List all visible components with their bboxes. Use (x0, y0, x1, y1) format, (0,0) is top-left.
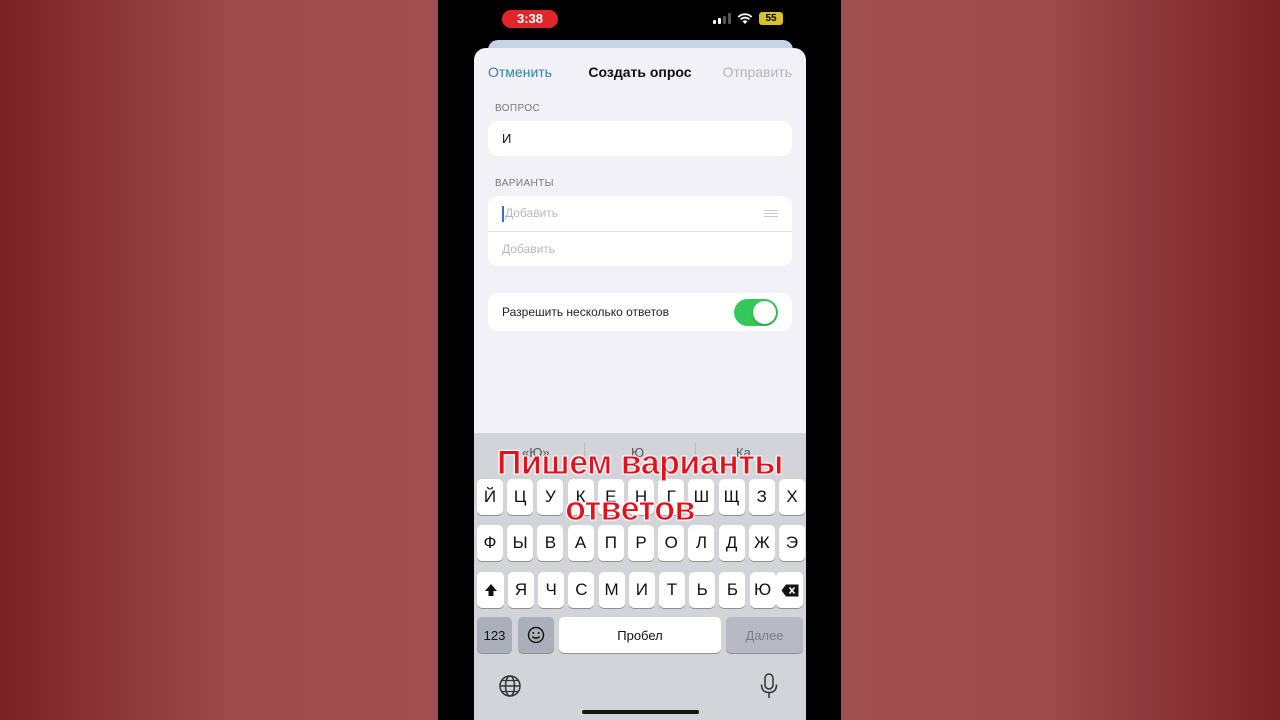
microphone-icon[interactable] (760, 673, 778, 699)
phone-screen: 3:38 55 Отменить Создать опрос Отправить… (438, 0, 841, 720)
suggestion-3[interactable]: Ка (736, 445, 751, 460)
key-у[interactable]: У (537, 479, 564, 515)
keyboard: «Ю» Ю Ка ЙЦУКЕНГШЩЗХ ФЫВАПРОЛДЖЭ ЯЧСМИТЬ… (474, 433, 806, 720)
suggestion-divider (695, 443, 696, 463)
nav-bar: Отменить Создать опрос Отправить (474, 48, 806, 96)
battery-icon: 55 (759, 12, 783, 25)
key-ц[interactable]: Ц (507, 479, 534, 515)
key-с[interactable]: С (568, 572, 595, 608)
key-р[interactable]: Р (628, 525, 654, 561)
status-time: 3:38 (502, 10, 558, 28)
key-м[interactable]: М (598, 572, 625, 608)
key-з[interactable]: З (748, 479, 775, 515)
suggestion-2[interactable]: Ю (631, 445, 644, 460)
home-indicator (582, 710, 699, 714)
key-н[interactable]: Н (628, 479, 654, 515)
key-ь[interactable]: Ь (689, 572, 716, 608)
option-placeholder-2: Добавить (502, 242, 556, 256)
options-list: Добавить Добавить (488, 196, 792, 266)
key-щ[interactable]: Щ (718, 479, 745, 515)
key-ж[interactable]: Ж (748, 525, 775, 561)
option-placeholder-1: Добавить (505, 205, 559, 220)
option-input-1[interactable]: Добавить (488, 196, 792, 231)
key-ю[interactable]: Ю (749, 572, 776, 608)
question-input[interactable]: И (488, 121, 792, 156)
key-ы[interactable]: Ы (507, 525, 534, 561)
backspace-icon (781, 584, 798, 596)
key-х[interactable]: Х (779, 479, 805, 515)
key-я[interactable]: Я (508, 572, 534, 608)
multiple-answers-label: Разрешить несколько ответов (502, 305, 669, 319)
key-о[interactable]: О (658, 525, 685, 561)
key-в[interactable]: В (537, 525, 564, 561)
key-ч[interactable]: Ч (538, 572, 565, 608)
space-key[interactable]: Пробел (559, 617, 721, 653)
question-section-label: ВОПРОС (495, 103, 541, 114)
status-indicators: 55 (713, 12, 783, 25)
shift-icon (484, 584, 497, 596)
drag-handle-icon[interactable] (764, 210, 778, 217)
delete-key[interactable] (776, 572, 803, 608)
key-д[interactable]: Д (718, 525, 745, 561)
key-б[interactable]: Б (719, 572, 746, 608)
cancel-button[interactable]: Отменить (488, 64, 552, 80)
send-button[interactable]: Отправить (723, 64, 792, 80)
key-п[interactable]: П (597, 525, 624, 561)
shift-key[interactable] (477, 572, 504, 608)
numbers-key[interactable]: 123 (477, 617, 512, 653)
question-text: И (502, 131, 512, 146)
emoji-icon (527, 626, 545, 644)
globe-icon[interactable] (498, 674, 522, 698)
key-а[interactable]: А (567, 525, 594, 561)
wifi-icon (737, 12, 753, 24)
emoji-key[interactable] (518, 617, 554, 653)
suggestion-divider (584, 443, 585, 463)
key-э[interactable]: Э (779, 525, 805, 561)
key-ш[interactable]: Ш (688, 479, 715, 515)
key-т[interactable]: Т (659, 572, 685, 608)
key-е[interactable]: Е (597, 479, 624, 515)
text-cursor (502, 205, 504, 222)
multiple-answers-row: Разрешить несколько ответов (488, 293, 792, 331)
key-к[interactable]: К (567, 479, 594, 515)
next-key[interactable]: Далее (726, 617, 803, 653)
suggestion-1[interactable]: «Ю» (522, 445, 550, 460)
options-section-label: ВАРИАНТЫ (495, 178, 554, 189)
key-й[interactable]: Й (477, 479, 503, 515)
key-л[interactable]: Л (688, 525, 715, 561)
cellular-signal-icon (713, 13, 731, 24)
suggestion-bar: «Ю» Ю Ка (474, 433, 806, 477)
multiple-answers-toggle[interactable] (734, 298, 778, 326)
key-г[interactable]: Г (658, 479, 685, 515)
option-input-2[interactable]: Добавить (488, 231, 792, 266)
key-ф[interactable]: Ф (477, 525, 503, 561)
key-и[interactable]: И (628, 572, 655, 608)
